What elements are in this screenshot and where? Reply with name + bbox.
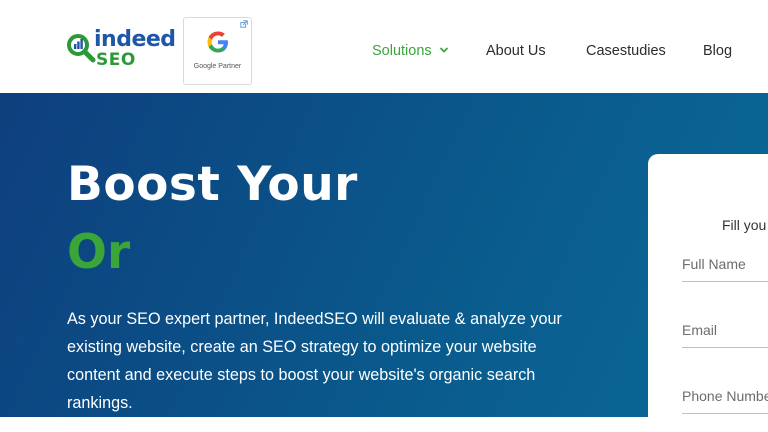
site-header: indeed SEO Google Partner Solutions Abou… <box>0 0 768 93</box>
hero-section: Boost Your Or As your SEO expert partner… <box>0 93 768 417</box>
google-g-icon <box>207 31 228 53</box>
page-bottom-strip <box>0 417 768 432</box>
phone-number-field[interactable]: Phone Numbe <box>682 384 768 414</box>
full-name-placeholder: Full Name <box>682 256 746 272</box>
google-partner-label: Google Partner <box>193 63 242 70</box>
nav-about-us[interactable]: About Us <box>486 43 546 59</box>
logo-text-indeed: indeed <box>94 27 176 52</box>
nav-casestudies[interactable]: Casestudies <box>586 43 666 59</box>
email-field[interactable]: Email <box>682 318 768 348</box>
contact-form-card: Fill you Full Name Email Phone Numbe <box>648 154 768 417</box>
hero-headline-line1: Boost Your <box>67 157 358 212</box>
indeedseo-logo[interactable]: indeed SEO <box>66 27 176 71</box>
nav-solutions-label: Solutions <box>372 43 432 59</box>
external-link-icon <box>240 20 248 28</box>
google-partner-badge[interactable]: Google Partner <box>183 17 252 85</box>
hero-headline-line2: Or <box>67 225 131 280</box>
chevron-down-icon <box>439 47 448 53</box>
full-name-field[interactable]: Full Name <box>682 252 768 282</box>
form-intro-text: Fill you <box>722 217 767 233</box>
hero-description: As your SEO expert partner, IndeedSEO wi… <box>67 310 562 412</box>
email-placeholder: Email <box>682 322 718 338</box>
phone-number-placeholder: Phone Numbe <box>682 388 768 404</box>
logo-text-seo: SEO <box>96 50 136 70</box>
nav-blog[interactable]: Blog <box>703 43 732 59</box>
nav-solutions[interactable]: Solutions <box>372 43 449 59</box>
magnifier-logo-icon <box>67 34 96 63</box>
